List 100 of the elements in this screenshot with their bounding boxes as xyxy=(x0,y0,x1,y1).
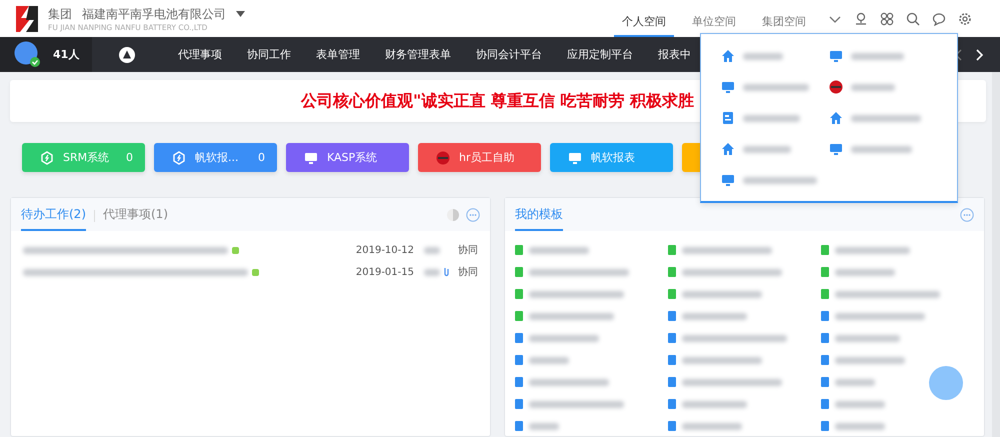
home-icon xyxy=(721,49,735,63)
blurred-text[interactable] xyxy=(835,290,940,298)
shield-icon xyxy=(172,150,186,164)
space-tab[interactable]: 单位空间 xyxy=(684,14,744,37)
badge-icon xyxy=(829,80,843,94)
blurred-text[interactable] xyxy=(835,356,905,364)
banner-text: 公司核心价值观"诚实正直 尊重互信 吃苦耐劳 积极求胜 xyxy=(300,90,694,112)
blurred-text[interactable] xyxy=(682,334,787,342)
blurred-text[interactable] xyxy=(529,356,569,364)
status-icon xyxy=(232,246,239,254)
shield-icon xyxy=(40,150,54,164)
space-tab[interactable]: 集团空间 xyxy=(754,14,814,37)
blurred-text[interactable] xyxy=(529,334,599,342)
blurred-text[interactable] xyxy=(529,290,624,298)
panel-tab[interactable]: 代理事项(1) xyxy=(103,206,168,231)
blurred-text[interactable] xyxy=(835,422,885,430)
location-icon[interactable] xyxy=(854,12,868,26)
row-type: 协同 xyxy=(458,244,478,257)
group-label: 集团 xyxy=(48,6,72,22)
company-logo xyxy=(14,4,40,34)
tile-count: 0 xyxy=(126,151,133,164)
blurred-text[interactable] xyxy=(682,356,762,364)
monitor-icon xyxy=(829,49,843,63)
tile-label: hr员工自助 xyxy=(459,150,514,165)
caret-icon[interactable] xyxy=(236,10,245,16)
blurred-text[interactable] xyxy=(835,312,925,320)
blurred-text[interactable] xyxy=(682,268,782,276)
nav-item[interactable]: 报表中 xyxy=(658,47,691,62)
apps-icon[interactable] xyxy=(880,12,894,26)
blurred-text[interactable] xyxy=(682,246,772,254)
blurred-text xyxy=(424,246,440,254)
blurred-text[interactable] xyxy=(851,52,904,60)
blurred-text[interactable] xyxy=(743,52,783,60)
tile-label: KASP系统 xyxy=(327,150,378,165)
attachment-icon[interactable] xyxy=(442,265,450,279)
online-count: 41人 xyxy=(53,47,80,62)
tile-label: 帆软报... xyxy=(195,150,238,165)
row-date: 2019-01-15 xyxy=(356,266,414,278)
blurred-text[interactable] xyxy=(835,400,885,408)
blurred-text[interactable] xyxy=(529,378,609,386)
app-tile[interactable]: KASP系统 xyxy=(286,143,409,172)
search-icon[interactable] xyxy=(906,12,920,26)
status-icon xyxy=(252,268,259,276)
blurred-text[interactable] xyxy=(682,422,742,430)
company-name: 福建南平南孚电池有限公司 xyxy=(82,6,226,22)
blurred-text[interactable] xyxy=(529,312,614,320)
home-icon xyxy=(829,111,843,125)
home-icon xyxy=(721,142,735,156)
app-tile[interactable]: 帆软报... 0 xyxy=(154,143,277,172)
settings-icon[interactable] xyxy=(958,12,972,26)
document-icon xyxy=(721,111,735,125)
blurred-text[interactable] xyxy=(682,312,747,320)
row-date: 2019-10-12 xyxy=(356,244,414,256)
panel-tab[interactable]: 待办工作(2) xyxy=(21,206,86,231)
contrast-icon[interactable] xyxy=(446,208,460,222)
monitor-icon xyxy=(568,150,582,164)
blurred-text[interactable] xyxy=(835,268,895,276)
blurred-text[interactable] xyxy=(529,400,624,408)
chat-icon[interactable] xyxy=(932,12,946,26)
panel-title: 我的模板 xyxy=(515,206,563,231)
blurred-text[interactable] xyxy=(743,114,800,122)
blurred-text[interactable] xyxy=(835,334,900,342)
blurred-text xyxy=(424,268,440,276)
blurred-text[interactable] xyxy=(682,400,747,408)
blurred-text[interactable] xyxy=(743,84,809,90)
blurred-text[interactable] xyxy=(743,146,791,152)
blurred-text[interactable] xyxy=(851,84,895,90)
tile-label: 帆软报表 xyxy=(591,150,635,165)
nav-item[interactable]: 表单管理 xyxy=(316,47,360,62)
blurred-text[interactable] xyxy=(529,268,629,276)
blurred-text[interactable] xyxy=(682,378,782,386)
chevron-right-icon[interactable] xyxy=(976,48,984,60)
avatar-icon[interactable] xyxy=(14,41,41,68)
nav-item[interactable]: 协同会计平台 xyxy=(476,47,542,62)
monitor-icon xyxy=(304,150,318,164)
monitor-icon xyxy=(721,80,735,94)
blurred-text[interactable] xyxy=(743,176,817,184)
blurred-text[interactable] xyxy=(529,422,559,430)
nav-item[interactable]: 协同工作 xyxy=(247,47,291,62)
app-tile[interactable]: 帆软报表 xyxy=(550,143,673,172)
blurred-text[interactable] xyxy=(682,290,762,298)
more-icon[interactable] xyxy=(466,208,480,222)
app-tile[interactable]: hr员工自助 xyxy=(418,143,541,172)
blurred-text[interactable] xyxy=(851,114,921,122)
nav-item[interactable]: 代理事项 xyxy=(178,47,222,62)
tile-label: SRM系统 xyxy=(63,150,110,165)
more-icon[interactable] xyxy=(960,208,974,222)
blurred-text[interactable] xyxy=(851,146,912,152)
row-type: 协同 xyxy=(458,266,478,279)
scrollbar[interactable] xyxy=(992,72,1000,437)
monitor-icon xyxy=(829,142,843,156)
blurred-text[interactable] xyxy=(835,246,910,254)
nav-item[interactable]: 应用定制平台 xyxy=(567,47,633,62)
tile-count: 0 xyxy=(258,151,265,164)
blurred-text[interactable] xyxy=(529,246,589,254)
blurred-text[interactable] xyxy=(835,378,875,386)
navigation-logo-icon[interactable] xyxy=(119,46,135,62)
monitor-icon xyxy=(721,173,735,187)
nav-item[interactable]: 财务管理表单 xyxy=(385,47,451,62)
badge-icon xyxy=(436,150,450,164)
